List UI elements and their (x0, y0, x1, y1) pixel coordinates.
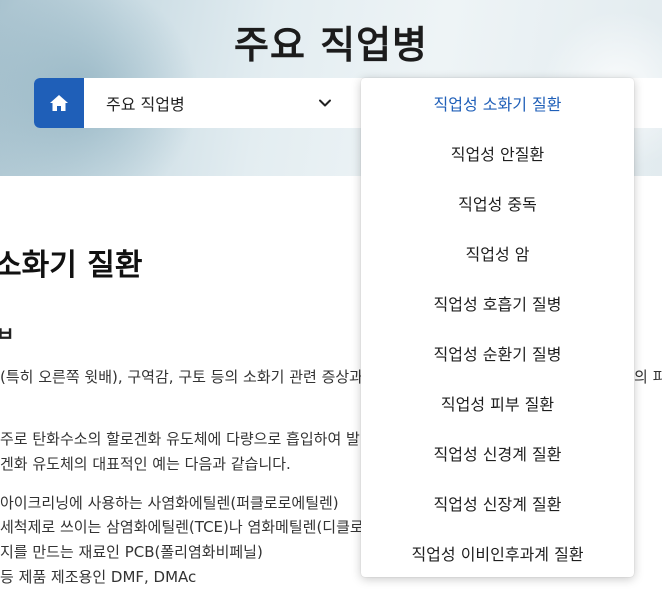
article-text-line: 주로 탄화수소의 할로겐화 유도체에 다량으로 흡입하여 발 (0, 430, 360, 448)
dropdown-item-circulatory[interactable]: 직업성 순환기 질병 (361, 328, 634, 378)
article-text-line: 의 피 (634, 368, 662, 386)
home-icon (50, 95, 68, 111)
dropdown-item-nervous[interactable]: 직업성 신경계 질환 (361, 428, 634, 478)
dropdown-item-skin[interactable]: 직업성 피부 질환 (361, 378, 634, 428)
chevron-down-icon (319, 99, 331, 107)
dropdown-item-eye[interactable]: 직업성 안질환 (361, 128, 634, 178)
category-select-label: 주요 직업병 (106, 95, 185, 114)
article-subheading: ㅂ (0, 322, 15, 346)
home-button[interactable] (34, 78, 84, 128)
article-text-line: 지를 만드는 재료인 PCB(폴리염화비페닐) (0, 543, 263, 561)
dropdown-item-cancer[interactable]: 직업성 암 (361, 228, 634, 278)
category-select[interactable]: 주요 직업병 (84, 78, 360, 128)
dropdown-item-poisoning[interactable]: 직업성 중독 (361, 178, 634, 228)
page-title: 주요 직업병 (233, 23, 429, 67)
article-text-line: (특히 오른쪽 윗배), 구역감, 구토 등의 소화기 관련 증상과 (0, 368, 363, 386)
dropdown-item-respiratory[interactable]: 직업성 호흡기 질병 (361, 278, 634, 328)
dropdown-item-ent[interactable]: 직업성 이비인후과계 질환 (361, 528, 634, 577)
category-dropdown-menu: 직업성 소화기 질환 직업성 안질환 직업성 중독 직업성 암 직업성 호흡기 … (361, 78, 634, 577)
article-text-line: 겐화 유도체의 대표적인 예는 다음과 같습니다. (0, 455, 291, 473)
article-text-line: 세척제로 쓰이는 삼염화에틸렌(TCE)나 염화메틸렌(디클로 (0, 518, 364, 536)
article-text-line: 등 제품 제조용인 DMF, DMAc (0, 568, 197, 586)
article-title: 소화기 질환 (0, 248, 143, 283)
dropdown-item-renal[interactable]: 직업성 신장계 질환 (361, 478, 634, 528)
article-text-line: 아이크리닝에 사용하는 사염화에틸렌(퍼클로로에틸렌) (0, 494, 339, 512)
dropdown-item-digestive[interactable]: 직업성 소화기 질환 (361, 78, 634, 128)
